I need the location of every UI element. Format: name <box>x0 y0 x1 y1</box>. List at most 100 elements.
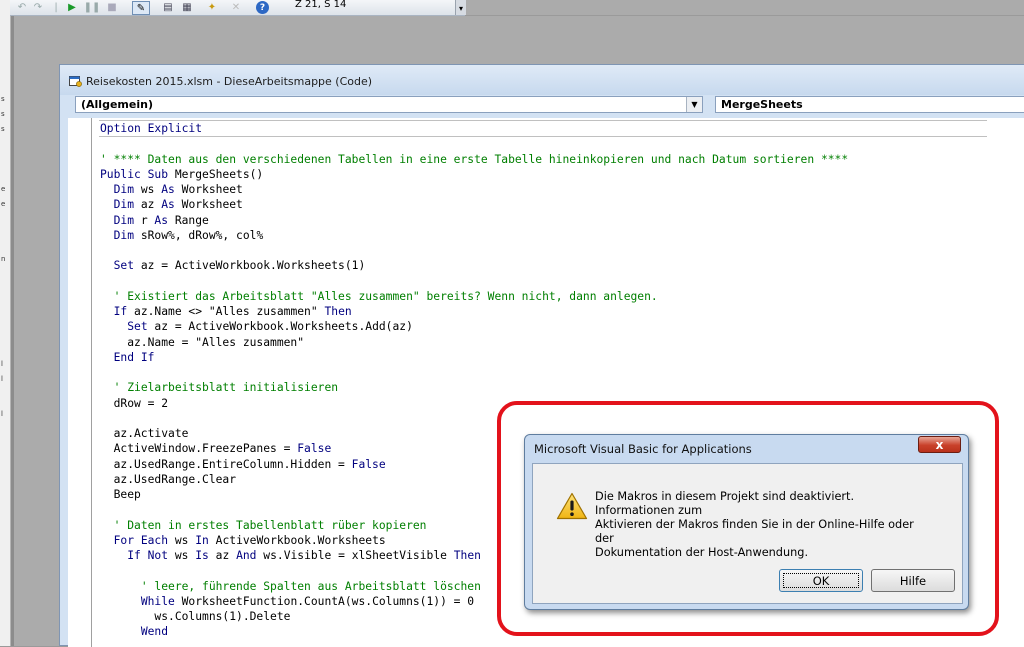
object-browser-icon[interactable]: ✦ <box>206 1 218 13</box>
mdi-left-edge <box>11 16 14 646</box>
code-line[interactable]: ' Existiert das Arbeitsblatt "Alles zusa… <box>100 289 848 304</box>
help-button[interactable]: Hilfe <box>871 569 955 592</box>
code-token: sRow%, dRow%, col% <box>134 228 264 242</box>
redo-icon[interactable]: ↷ <box>32 1 44 13</box>
code-token: az <box>134 198 162 212</box>
code-token: Worksheet <box>174 183 243 196</box>
separator: | <box>54 1 58 13</box>
code-line[interactable] <box>100 243 848 258</box>
host-app-label-fragment: l <box>1 360 3 368</box>
code-line[interactable]: Dim r As Range <box>100 213 848 228</box>
code-margin-indicator-bar[interactable] <box>68 118 92 647</box>
code-line[interactable]: Set az = ActiveWorkbook.Worksheets.Add(a… <box>100 319 848 334</box>
code-keyword: If <box>113 305 128 318</box>
help-icon[interactable]: ? <box>256 1 269 14</box>
dialog-body: Die Makros in diesem Projekt sind deakti… <box>532 463 963 604</box>
toolbox-icon[interactable]: ✕ <box>230 1 242 13</box>
code-line[interactable]: Dim ws As Worksheet <box>100 182 848 197</box>
code-keyword: Then <box>453 549 481 562</box>
code-token: dRow = 2 <box>100 396 169 410</box>
code-keyword: False <box>297 442 332 456</box>
toolbar-options-icon[interactable]: ▾ <box>455 0 466 15</box>
code-line[interactable]: Option Explicit <box>100 121 848 136</box>
host-app-label-fragment: e <box>1 200 6 208</box>
code-comment: ' Existiert das Arbeitsblatt "Alles zusa… <box>113 289 658 303</box>
close-icon: x <box>935 437 944 452</box>
code-token: az.UsedRange.EntireColumn.Hidden = <box>100 457 352 471</box>
code-token: ws <box>168 533 196 547</box>
code-keyword: As <box>161 198 175 212</box>
host-app-label-fragment: s <box>1 125 5 133</box>
code-keyword: False <box>351 457 386 471</box>
properties-icon[interactable]: ▦ <box>181 1 193 13</box>
object-dropdown[interactable]: (Allgemein) ▼ <box>75 96 703 113</box>
code-line[interactable] <box>100 136 848 151</box>
code-token: az.Activate <box>100 427 189 440</box>
code-keyword: Public Sub <box>100 167 169 181</box>
vba-message-dialog: Microsoft Visual Basic for Applications … <box>524 434 969 610</box>
code-keyword: Wend <box>140 625 169 639</box>
run-icon[interactable]: ▶ <box>66 1 78 13</box>
code-token: WorksheetFunction.CountA(ws.Columns(1)) … <box>174 594 475 608</box>
pause-icon[interactable]: ❚❚ <box>84 1 101 13</box>
code-token: MergeSheets() <box>168 167 264 181</box>
code-token: az.Name = "Alles zusammen" <box>100 335 305 349</box>
code-line[interactable] <box>100 365 848 380</box>
code-token: ActiveWorkbook.Worksheets <box>208 533 386 547</box>
host-app-left-strip: ssseenlll <box>0 0 11 646</box>
code-token: Beep <box>100 488 141 501</box>
dialog-message-line: Aktivieren der Makros finden Sie in der … <box>595 518 914 545</box>
code-token: ws <box>134 183 162 196</box>
undo-icon[interactable]: ↶ <box>16 1 28 13</box>
code-keyword: Dim <box>113 228 135 242</box>
host-app-label-fragment: e <box>1 185 6 193</box>
project-explorer-icon[interactable]: ▤ <box>162 1 174 13</box>
dialog-message: Die Makros in diesem Projekt sind deakti… <box>595 490 935 560</box>
code-keyword: End If <box>113 350 155 364</box>
code-line[interactable]: End If <box>100 350 848 365</box>
code-line[interactable]: Public Sub MergeSheets() <box>100 167 848 182</box>
design-mode-icon[interactable]: ✎ <box>132 1 150 15</box>
code-keyword: Dim <box>113 198 135 212</box>
code-comment: ' Zielarbeitsblatt initialisieren <box>113 381 339 395</box>
code-token: az <box>208 549 237 562</box>
stop-icon[interactable]: ■ <box>106 1 118 13</box>
code-token: ws.Columns(1).Delete <box>100 610 291 623</box>
mdi-background-top <box>466 0 1024 15</box>
code-line[interactable]: Dim sRow%, dRow%, col% <box>100 228 848 243</box>
code-line[interactable] <box>100 274 848 289</box>
close-button[interactable]: x <box>918 436 961 453</box>
code-line[interactable]: If az.Name <> "Alles zusammen" Then <box>100 304 848 319</box>
focus-rectangle <box>783 573 859 588</box>
code-keyword: As <box>161 183 175 196</box>
code-token: ws.Visible = xlSheetVisible <box>256 549 454 562</box>
code-keyword: While <box>140 594 175 608</box>
procedure-dropdown[interactable]: MergeSheets <box>715 96 1024 113</box>
code-line[interactable]: az.Name = "Alles zusammen" <box>100 335 848 350</box>
code-module-icon <box>69 76 82 87</box>
vbe-toolbar: ↶ ↷ | ▶ ❚❚ ■ ✎ ▤ ▦ ✦ ✕ ? Z 21, S 14 <box>10 0 465 16</box>
code-line[interactable]: Dim az As Worksheet <box>100 197 848 212</box>
code-keyword: As <box>154 213 169 227</box>
procedure-dropdown-value: MergeSheets <box>721 98 803 111</box>
code-token: az.UsedRange.Clear <box>100 472 237 486</box>
host-app-label-fragment: s <box>1 110 5 118</box>
ok-button[interactable]: OK <box>779 569 863 592</box>
code-token: r <box>134 213 155 227</box>
chevron-down-icon[interactable]: ▼ <box>686 97 702 112</box>
code-keyword: Set <box>113 259 135 273</box>
code-window-titlebar[interactable]: Reisekosten 2015.xlsm - DieseArbeitsmapp… <box>60 65 1024 95</box>
code-line[interactable]: ' **** Daten aus den verschiedenen Tabel… <box>100 152 848 167</box>
host-app-label-fragment: s <box>1 95 5 103</box>
code-line[interactable]: ' Zielarbeitsblatt initialisieren <box>100 380 848 395</box>
code-token: ws <box>168 549 196 562</box>
code-token: az.Name <> "Alles zusammen" <box>127 305 325 318</box>
code-line[interactable]: Set az = ActiveWorkbook.Worksheets(1) <box>100 258 848 273</box>
